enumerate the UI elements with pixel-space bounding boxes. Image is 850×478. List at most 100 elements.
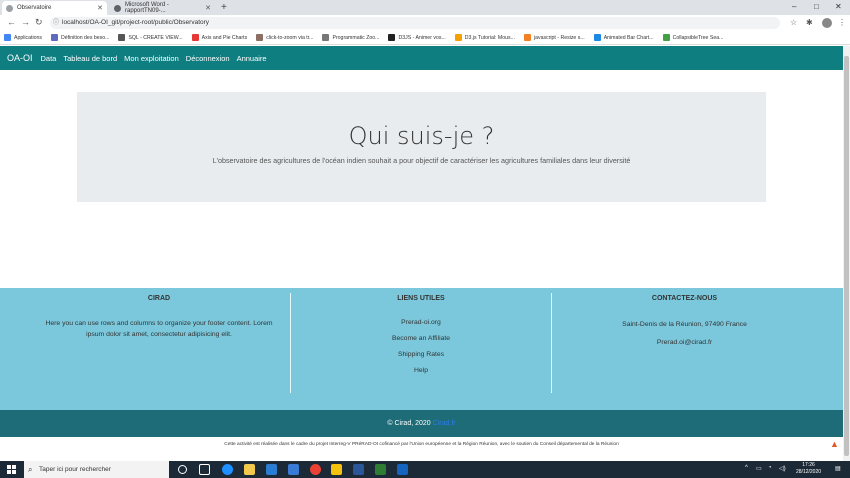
bookmark-icon	[118, 34, 126, 41]
info-icon[interactable]: ⓘ	[53, 17, 59, 29]
mail-icon[interactable]	[288, 464, 299, 475]
hero-text: L'observatoire des agricultures de l'océ…	[212, 156, 631, 165]
footer-heading: LIENS UTILES	[397, 295, 445, 302]
nav-link-deconnexion[interactable]: Déconnexion	[186, 54, 230, 63]
word-icon[interactable]	[353, 464, 364, 475]
window-close-icon[interactable]: ✕	[835, 2, 842, 11]
footer-address: Saint-Denis de la Réunion, 97490 France	[622, 321, 747, 328]
bookmark-item[interactable]: CollapsibleTree Sea...	[662, 34, 723, 41]
menu-icon[interactable]: ⋮	[838, 18, 846, 27]
bookmark-icon	[50, 34, 58, 41]
page-icon	[114, 4, 121, 12]
back-icon[interactable]: ←	[7, 17, 16, 27]
bookmark-item[interactable]: Programmatic Zoo...	[322, 34, 379, 41]
nav-link-mon-exploitation[interactable]: Mon exploitation	[124, 54, 179, 63]
windows-start-icon[interactable]	[7, 465, 16, 474]
windows-taskbar: ⌕ Taper ici pour rechercher ^ ▭ ◔ ◁) 17:…	[0, 461, 850, 478]
profile-avatar[interactable]	[822, 18, 832, 28]
star-icon[interactable]: ☆	[790, 18, 797, 27]
bookmarks-bar: Applications Définition des beso... SQL …	[0, 31, 850, 45]
bookmark-icon	[322, 34, 330, 41]
footer-link[interactable]: Shipping Rates	[291, 351, 551, 358]
close-icon[interactable]: ✕	[97, 4, 103, 12]
app-icon[interactable]	[397, 464, 408, 475]
footer-col-contact: CONTACTEZ-NOUS Saint-Denis de la Réunion…	[552, 288, 817, 410]
bookmark-icon	[523, 34, 531, 41]
clock-date: 28/12/2020	[796, 469, 822, 475]
scrollbar-thumb[interactable]	[844, 56, 849, 456]
file-explorer-icon[interactable]	[244, 464, 255, 475]
footer-col-cirad: CIRAD Here you can use rows and columns …	[30, 288, 288, 410]
site-navbar: OA-OI Data Tableau de bord Mon exploitat…	[0, 46, 843, 70]
bookmark-item[interactable]: Applications	[4, 34, 42, 41]
bookmark-icon	[256, 34, 264, 41]
hero-title: Qui suis-je ?	[348, 122, 495, 150]
task-view-icon[interactable]	[199, 464, 210, 475]
bookmark-item[interactable]: Animated Bar Chart...	[593, 34, 654, 41]
nav-link-data[interactable]: Data	[41, 54, 57, 63]
notifications-icon[interactable]: ▤	[835, 465, 841, 472]
bookmark-item[interactable]: D3JS - Animer vos...	[388, 34, 446, 41]
nav-link-annuaire[interactable]: Annuaire	[237, 54, 267, 63]
extensions-icon[interactable]: ✱	[806, 18, 813, 27]
footer: CIRAD Here you can use rows and columns …	[0, 288, 843, 410]
legal-notice: Cette activité est réalisée dans le cadr…	[224, 442, 619, 447]
edge-icon[interactable]	[222, 464, 233, 475]
network-icon[interactable]: ▭	[756, 465, 762, 472]
bookmark-icon	[454, 34, 462, 41]
nav-link-tableau-de-bord[interactable]: Tableau de bord	[63, 54, 117, 63]
tab-word[interactable]: Microsoft Word - rapportTN09-... ✕	[110, 1, 215, 15]
footer-col-liens: LIENS UTILES Prerad-oi.org Become an Aff…	[291, 288, 551, 410]
chrome-icon[interactable]	[310, 464, 321, 475]
bookmark-item[interactable]: Définition des beso...	[50, 34, 109, 41]
minimize-icon[interactable]: –	[792, 2, 796, 11]
bookmark-icon	[593, 34, 601, 41]
copyright-bar: © Cirad, 2020 Cirad.fr	[0, 410, 843, 437]
store-icon[interactable]	[266, 464, 277, 475]
tab-observatoire[interactable]: Observatoire ✕	[2, 1, 107, 15]
bookmark-item[interactable]: click-to-zoom via tr...	[256, 34, 313, 41]
flame-icon: ▲	[830, 439, 839, 449]
bookmark-item[interactable]: Axis and Pie Charts	[191, 34, 247, 41]
footer-link[interactable]: Become an Affiliate	[291, 335, 551, 342]
copyright-link[interactable]: Cirad.fr	[433, 420, 456, 427]
url-input[interactable]: ⓘ localhost/OA-OI_git/project-root/publi…	[50, 17, 780, 29]
tab-title: Microsoft Word - rapportTN09-...	[124, 2, 169, 14]
footer-email[interactable]: Prerad.oi@cirad.fr	[552, 337, 817, 348]
bookmark-icon	[388, 34, 396, 41]
volume-icon[interactable]: ◁)	[779, 465, 786, 472]
footer-link[interactable]: Prerad-oi.org	[291, 319, 551, 326]
copyright-text: © Cirad, 2020	[387, 420, 431, 427]
bookmark-icon	[662, 34, 670, 41]
close-icon[interactable]: ✕	[205, 4, 211, 12]
sticky-notes-icon[interactable]	[331, 464, 342, 475]
page-icon	[6, 4, 13, 12]
wifi-icon[interactable]: ◔	[768, 465, 772, 471]
footer-heading: CIRAD	[147, 295, 171, 302]
bookmark-item[interactable]: D3.js Tutorial: Mous...	[454, 34, 515, 41]
clock-time: 17:26	[802, 462, 815, 468]
footer-link[interactable]: Help	[291, 367, 551, 374]
reload-icon[interactable]: ↻	[35, 17, 43, 28]
tray-chevron-icon[interactable]: ^	[745, 465, 748, 471]
footer-text: Here you can use rows and columns to org…	[45, 320, 273, 338]
cortana-icon[interactable]	[178, 465, 187, 474]
new-tab-icon[interactable]: +	[221, 2, 227, 13]
bookmark-icon	[191, 34, 199, 41]
search-placeholder: Taper ici pour rechercher	[39, 466, 111, 473]
brand-link[interactable]: OA-OI	[7, 53, 33, 63]
apps-icon	[4, 34, 11, 41]
browser-tab-strip: Observatoire ✕ Microsoft Word - rapportT…	[0, 0, 850, 15]
forward-icon[interactable]: →	[21, 17, 30, 27]
tab-title: Observatoire	[17, 5, 52, 11]
url-text: localhost/OA-OI_git/project-root/public/…	[62, 19, 210, 26]
taskbar-search-input[interactable]: ⌕ Taper ici pour rechercher	[24, 461, 169, 478]
app-icon[interactable]	[375, 464, 386, 475]
bookmark-item[interactable]: javascript - Resize s...	[523, 34, 585, 41]
taskbar-clock[interactable]: 17:26 28/12/2020	[796, 462, 821, 476]
footer-heading: CONTACTEZ-NOUS	[651, 295, 718, 302]
bookmark-item[interactable]: SQL - CREATE VIEW...	[118, 34, 183, 41]
page-scrollbar[interactable]	[843, 46, 850, 461]
maximize-icon[interactable]: □	[814, 2, 819, 11]
hero-jumbotron: Qui suis-je ? L'observatoire des agricul…	[77, 92, 766, 202]
